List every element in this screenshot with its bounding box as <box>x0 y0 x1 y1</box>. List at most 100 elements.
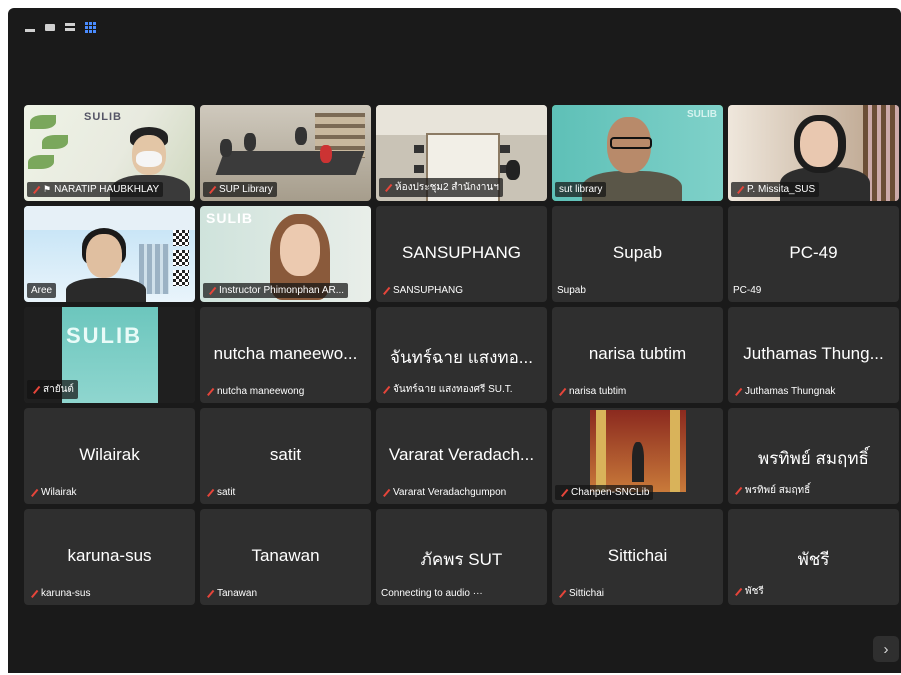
muted-mic-icon: ​ <box>205 487 214 498</box>
participant-tile[interactable]: nutcha maneewo... ​nutcha maneewong <box>200 307 371 403</box>
participant-name: PC-49 <box>733 285 762 296</box>
sulib-sign-text: SULIB <box>84 111 122 123</box>
participant-tile[interactable]: SANSUPHANG​SANSUPHANG <box>376 206 547 302</box>
participant-name: Supab <box>557 285 586 296</box>
muted-mic-icon: ​ <box>557 386 566 397</box>
strip-view-icon[interactable] <box>63 20 77 34</box>
participant-name: Aree <box>31 285 53 296</box>
participant-tile[interactable]: ​ห้องประชุม2 สำนักงานฯ <box>376 105 547 201</box>
participant-tile[interactable]: SULIB ​สายันต์ <box>24 307 195 403</box>
participant-display-name: Wilairak <box>79 445 140 464</box>
participant-display-name: Sittichai <box>607 546 668 565</box>
participant-name: P. Missita_SUS <box>747 184 816 195</box>
muted-mic-icon: ​ <box>381 487 390 498</box>
participant-name-label: ​Sittichai <box>555 586 606 601</box>
muted-mic-icon: ​ <box>733 586 742 597</box>
participant-tile[interactable]: narisa tubtim​narisa tubtim <box>552 307 723 403</box>
participant-tile[interactable]: Sittichai​Sittichai <box>552 509 723 605</box>
participant-tile[interactable]: พรทิพย์ สมฤทธิ์​พรทิพย์ สมฤทธิ์ <box>728 408 899 504</box>
participant-display-name: Tanawan <box>251 546 320 565</box>
muted-mic-icon: ​ <box>733 485 742 496</box>
participant-tile[interactable]: SULIB ​⚑NARATIP HAUBKHLAY <box>24 105 195 201</box>
muted-mic-icon: ​ <box>557 588 566 599</box>
participant-tile[interactable]: satit​satit <box>200 408 371 504</box>
participant-display-name: Vararat Veradach... <box>388 445 535 464</box>
participant-name-label: ​สายันต์ <box>27 380 78 399</box>
participant-tile[interactable]: จันทร์ฉาย แสงทอ... ​จันทร์ฉาย แสงทองศรี S… <box>376 307 547 403</box>
participant-name: Vararat Veradachgumpon <box>393 487 507 498</box>
participant-name: Instructor Phimonphan AR... <box>219 285 345 296</box>
muted-mic-icon: ​ <box>207 285 216 296</box>
participant-name-label: ​Vararat Veradachgumpon <box>379 485 508 500</box>
participant-tile[interactable]: ​Chanpen-SNCLib <box>552 408 723 504</box>
participant-display-name: พัชรี <box>797 550 830 569</box>
participant-name: satit <box>217 487 236 498</box>
next-page-button[interactable]: › <box>873 636 899 662</box>
muted-mic-icon: ​ <box>205 386 214 397</box>
participant-name-label: ​⚑NARATIP HAUBKHLAY <box>27 182 164 197</box>
participant-name: สายันต์ <box>43 384 74 395</box>
participant-tile[interactable]: Aree <box>24 206 195 302</box>
chevron-right-icon: › <box>883 640 889 658</box>
participant-name: NARATIP HAUBKHLAY <box>54 184 160 195</box>
sulib-brand-text: SULIB <box>206 210 253 226</box>
sulib-brand-text: SULIB <box>66 323 142 348</box>
participant-name-label: ​narisa tubtim <box>555 384 628 399</box>
participant-tile[interactable]: Wilairak​Wilairak <box>24 408 195 504</box>
participant-tile[interactable]: พัชรี ​พัชรี <box>728 509 899 605</box>
participant-name: SUP Library <box>219 184 273 195</box>
participant-name-label: ​SANSUPHANG <box>379 283 465 298</box>
participant-display-name: PC-49 <box>789 243 838 262</box>
participant-name: nutcha maneewong <box>217 386 305 397</box>
participant-name: Wilairak <box>41 487 77 498</box>
participant-tile[interactable]: PC-49 PC-49 <box>728 206 899 302</box>
participant-display-name: nutcha maneewo... <box>213 344 358 363</box>
participant-tile[interactable]: ภัคพร SUT Connecting to audio ··· <box>376 509 547 605</box>
view-controls <box>23 20 97 34</box>
participant-tile[interactable]: SULIB ​Instructor Phimonphan AR... <box>200 206 371 302</box>
muted-mic-icon: ​ <box>559 487 568 498</box>
participant-name-label: ​P. Missita_SUS <box>731 182 820 197</box>
muted-mic-icon: ​ <box>29 588 38 599</box>
muted-mic-icon: ​ <box>31 184 40 195</box>
participant-tile[interactable]: Tanawan​Tanawan <box>200 509 371 605</box>
muted-mic-icon: ​ <box>381 285 390 296</box>
muted-mic-icon: ​ <box>29 487 38 498</box>
participant-name-label: ​karuna-sus <box>27 586 92 601</box>
participant-name-label: ​Instructor Phimonphan AR... <box>203 283 349 298</box>
participant-name-label: ​satit <box>203 485 237 500</box>
sulib-brand-text: SULIB <box>687 109 717 120</box>
participant-tile[interactable]: karuna-sus​karuna-sus <box>24 509 195 605</box>
participant-name: sut library <box>559 184 603 195</box>
participant-name: karuna-sus <box>41 588 91 599</box>
pin-icon: ⚑ <box>43 184 52 194</box>
participant-name: พรทิพย์ สมฤทธิ์ <box>745 485 811 496</box>
participant-name: Sittichai <box>569 588 605 599</box>
participant-display-name: Supab <box>612 243 663 262</box>
participant-name: Tanawan <box>217 588 258 599</box>
muted-mic-icon: ​ <box>205 588 214 599</box>
participant-tile[interactable]: ​SUP Library <box>200 105 371 201</box>
participant-tile[interactable]: Supab Supab <box>552 206 723 302</box>
participant-display-name: จันทร์ฉาย แสงทอ... <box>390 348 533 367</box>
participant-name-label: ​พัชรี <box>731 582 766 601</box>
participant-tile[interactable]: Vararat Veradach... ​Vararat Veradachgump… <box>376 408 547 504</box>
participant-name-label: ​SUP Library <box>203 182 277 197</box>
participant-tile[interactable]: SULIB sut library <box>552 105 723 201</box>
participant-display-name: Juthamas Thung... <box>743 344 884 363</box>
participant-display-name: พรทิพย์ สมฤทธิ์ <box>758 449 869 468</box>
participant-display-name: karuna-sus <box>67 546 152 565</box>
participant-tile[interactable]: Juthamas Thung... ​Juthamas Thungnak <box>728 307 899 403</box>
participant-name-label: ​พรทิพย์ สมฤทธิ์ <box>731 481 812 500</box>
participant-name: narisa tubtim <box>569 386 627 397</box>
participant-display-name: ภัคพร SUT <box>420 550 503 569</box>
speaker-view-icon[interactable] <box>43 20 57 34</box>
muted-mic-icon: ​ <box>381 384 390 395</box>
participant-name-label: Connecting to audio ··· <box>379 586 485 601</box>
participant-name-label: ​ห้องประชุม2 สำนักงานฯ <box>379 178 503 197</box>
gallery-view-icon[interactable] <box>83 20 97 34</box>
participant-name-label: ​Chanpen-SNCLib <box>555 485 654 500</box>
minimize-view-icon[interactable] <box>23 20 37 34</box>
participant-name: Connecting to audio ··· <box>381 588 483 599</box>
participant-tile[interactable]: ​P. Missita_SUS <box>728 105 899 201</box>
